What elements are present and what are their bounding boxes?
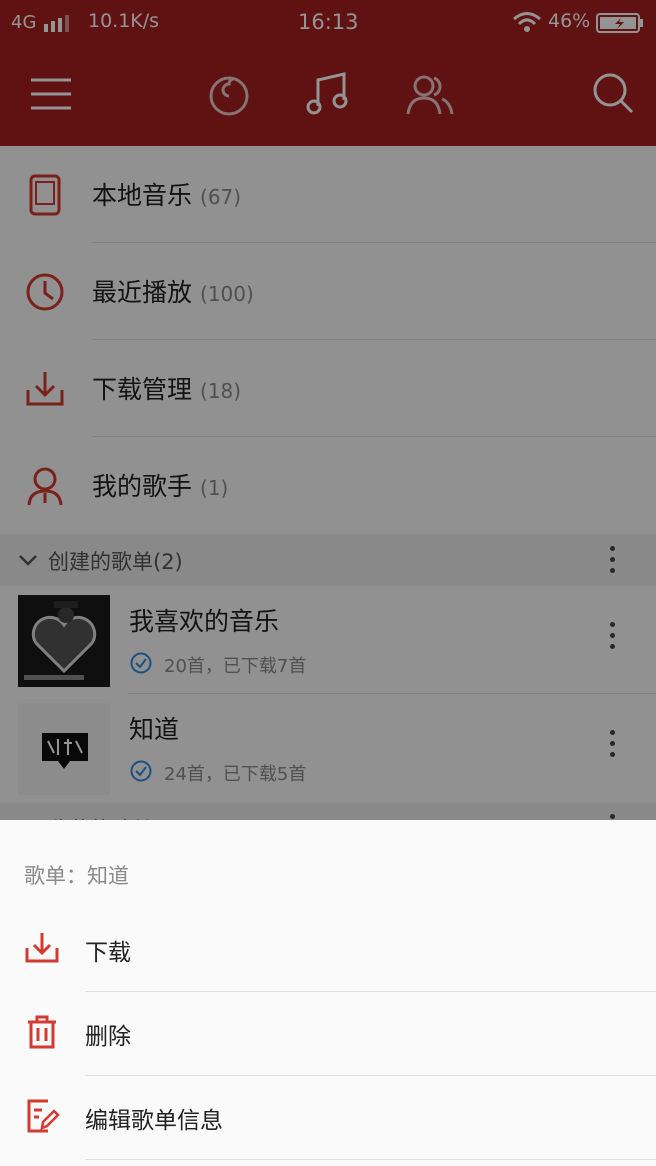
option-label: 删除 (85, 1024, 131, 1050)
bottom-sheet: 歌单：知道 下载 删除 编辑歌单信息 (0, 820, 656, 1166)
option-label: 编辑歌单信息 (85, 1108, 223, 1134)
option-label: 下载 (85, 940, 131, 966)
download-icon (25, 933, 59, 963)
divider (85, 1159, 656, 1160)
edit-icon (27, 1099, 60, 1133)
download-option[interactable]: 下载 (0, 908, 656, 992)
sheet-title: 歌单：知道 (24, 864, 129, 888)
delete-option[interactable]: 删除 (0, 992, 656, 1076)
trash-icon (28, 1015, 56, 1049)
edit-playlist-option[interactable]: 编辑歌单信息 (0, 1076, 656, 1160)
